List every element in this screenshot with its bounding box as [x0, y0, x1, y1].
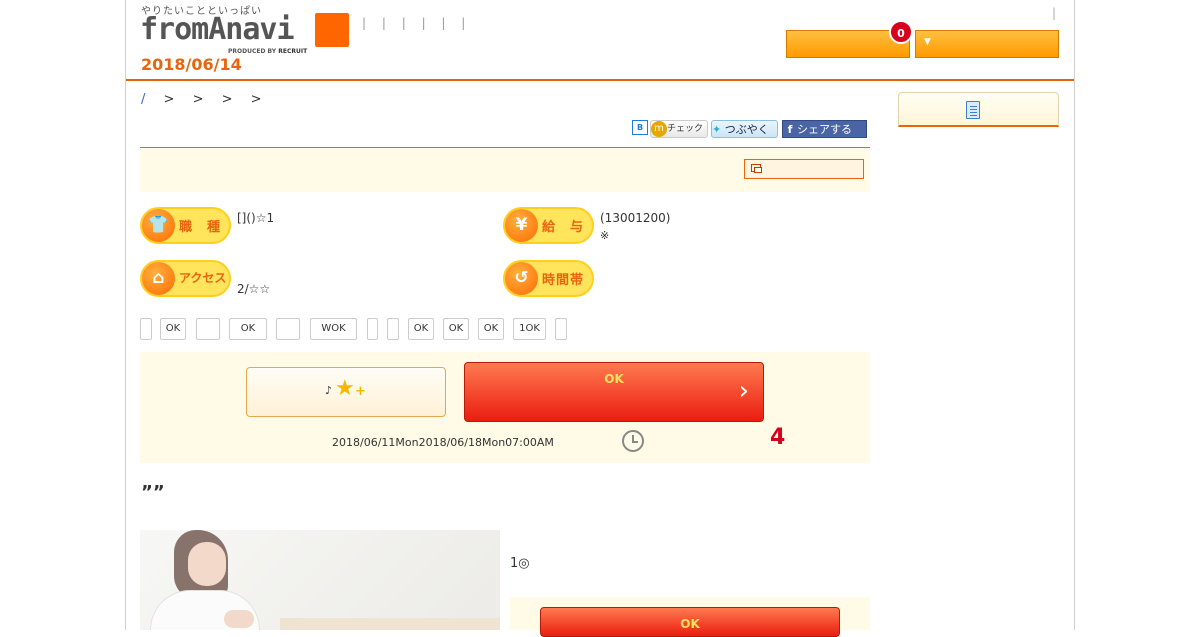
photo-arm	[224, 610, 254, 628]
listing-period: 2018/06/11Mon2018/06/18Mon07:00AM	[332, 436, 554, 449]
job-type-label: 👕 職 種	[140, 207, 231, 244]
job-type-label-text: 職 種	[179, 220, 222, 235]
open-window-button[interactable]	[744, 159, 864, 179]
feature-tag	[196, 318, 220, 340]
breadcrumb-separator: >	[250, 92, 262, 107]
job-type-value: []()☆1	[237, 211, 275, 225]
salary-label: ¥ 給 与	[503, 207, 594, 244]
feature-tag: OK	[160, 318, 186, 340]
breadcrumb-separator: >	[221, 92, 233, 107]
produced-by: PRODUCED BY RECRUIT	[228, 48, 307, 55]
produced-by-label: PRODUCED BY	[228, 48, 277, 55]
new-window-icon	[751, 164, 762, 173]
favorites-count-badge: 0	[889, 20, 913, 44]
facebook-share-label: シェアする	[797, 123, 852, 136]
breadcrumb-separator: >	[163, 92, 175, 107]
produced-by-brand: RECRUIT	[278, 48, 308, 55]
facebook-icon: f	[787, 123, 793, 136]
access-label: ⌂ アクセス	[140, 260, 231, 297]
mixi-check-label: チェック	[667, 124, 704, 134]
catch-copy: ””	[141, 482, 165, 503]
apply-button-label: OK	[604, 372, 624, 386]
shirt-icon: 👕	[147, 215, 170, 235]
plus-icon: +	[355, 384, 366, 399]
header-nav[interactable]: | | | | | |	[362, 16, 471, 30]
feature-tag: WOK	[310, 318, 357, 340]
header-date: 2018/06/14	[141, 55, 242, 74]
feature-tag: OK	[408, 318, 434, 340]
site-logo[interactable]: fromAnavi	[140, 12, 295, 47]
clock-icon	[622, 430, 644, 452]
mixi-icon: m	[651, 121, 667, 137]
time-label-text: 時間帯	[542, 273, 585, 288]
feature-tag: OK	[443, 318, 469, 340]
photo-table	[280, 618, 500, 630]
train-icon: ⌂	[152, 268, 165, 288]
time-label: ↺ 時間帯	[503, 260, 594, 297]
photo-face	[188, 542, 226, 586]
menu-dropdown-button[interactable]: ▼	[915, 30, 1059, 58]
job-photo	[140, 530, 500, 630]
header-divider: |	[1052, 6, 1057, 20]
apply-button[interactable]: OK ›	[464, 362, 764, 422]
salary-value: (13001200)	[600, 211, 671, 225]
apply-button-secondary[interactable]: OK	[540, 607, 840, 637]
keep-button[interactable]: ♪ ★ +	[246, 367, 446, 417]
feature-tag	[140, 318, 152, 340]
yen-icon: ¥	[515, 215, 528, 235]
access-label-text: アクセス	[179, 271, 227, 285]
twitter-tweet-button[interactable]: ✦ つぶやく	[711, 120, 778, 138]
header-divider-line	[126, 79, 1074, 81]
mixi-check-button[interactable]: m チェック	[650, 120, 708, 138]
star-icon: ★	[335, 376, 355, 401]
feature-tag: OK	[229, 318, 267, 340]
breadcrumb-separator: >	[192, 92, 204, 107]
feature-tag	[276, 318, 300, 340]
days-left: 4	[770, 425, 786, 450]
salary-label-text: 給 与	[542, 220, 585, 235]
keep-note: ♪	[325, 384, 333, 397]
feature-tag	[367, 318, 378, 340]
hatena-bookmark-button[interactable]: B	[632, 120, 648, 135]
feature-tag	[555, 318, 567, 340]
breadcrumb: / > > > >	[141, 92, 276, 107]
job-description: 1◎	[510, 556, 530, 571]
twitter-tweet-label: つぶやく	[724, 123, 769, 136]
chevron-right-icon: ›	[738, 376, 749, 406]
feature-tag: 1OK	[513, 318, 546, 340]
side-document-tab[interactable]	[898, 92, 1059, 127]
clock-arrow-icon: ↺	[514, 268, 529, 288]
breadcrumb-home[interactable]: /	[141, 92, 145, 107]
brand-square-icon[interactable]	[315, 13, 349, 47]
facebook-share-button[interactable]: f シェアする	[782, 120, 867, 138]
feature-tag: OK	[478, 318, 504, 340]
twitter-bird-icon: ✦	[712, 123, 722, 136]
chevron-down-icon: ▼	[924, 37, 931, 47]
feature-tag	[387, 318, 399, 340]
salary-note: ※	[600, 229, 610, 242]
apply-button-secondary-label: OK	[680, 617, 700, 631]
access-value: 2/☆☆	[237, 282, 271, 296]
document-icon	[966, 101, 980, 119]
